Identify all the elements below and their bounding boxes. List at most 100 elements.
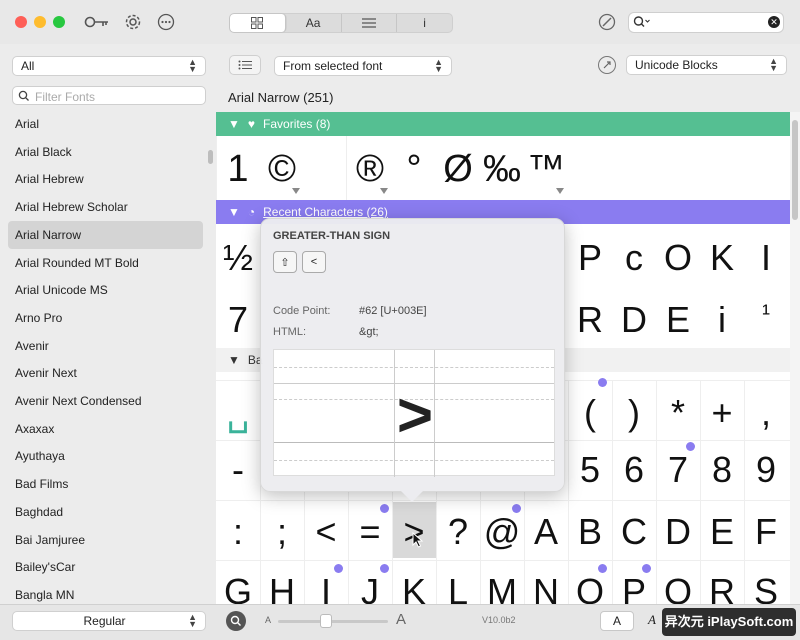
glyph-cell[interactable]: K — [392, 574, 436, 605]
glyph-cell[interactable]: O — [568, 574, 612, 605]
glyph-cell[interactable]: 5 — [568, 452, 612, 488]
zoom-window-button[interactable] — [53, 16, 65, 28]
glyph-cell[interactable]: P — [612, 574, 656, 605]
glyph-cell[interactable]: i — [700, 302, 744, 338]
glyph-cell[interactable]: S — [744, 574, 788, 605]
style-select[interactable]: Regular ▲ ▼ — [12, 611, 206, 631]
glyph-cell[interactable]: = — [348, 514, 392, 550]
glyph-cell[interactable]: + — [700, 395, 744, 431]
font-list-item[interactable]: Arno Pro — [8, 304, 203, 332]
collection-select[interactable]: All ▲ ▼ — [12, 56, 206, 76]
glyph-cell[interactable]: H — [260, 574, 304, 605]
glyph-cell[interactable]: F — [744, 514, 788, 550]
upright-mode-button[interactable]: A — [600, 611, 634, 631]
list-view-tab[interactable] — [342, 14, 398, 32]
glyph-cell[interactable]: : — [216, 514, 260, 550]
glyph-cell[interactable]: Q — [656, 574, 700, 605]
font-list-item[interactable]: Arial Hebrew Scholar — [8, 193, 203, 221]
glyph-cell[interactable]: ™ — [524, 150, 568, 188]
blocks-select[interactable]: Unicode Blocks ▲ ▼ — [626, 55, 787, 75]
glyph-cell[interactable]: ( — [568, 395, 612, 431]
variant-triangle-icon[interactable] — [556, 188, 564, 194]
clear-search-icon[interactable]: ✕ — [768, 16, 780, 28]
glyph-cell[interactable]: N — [524, 574, 568, 605]
glyph-cell[interactable]: L — [436, 574, 480, 605]
glyph-cell[interactable]: O — [656, 240, 700, 276]
glyph-cell[interactable]: < — [304, 514, 348, 550]
gear-icon[interactable] — [123, 12, 143, 32]
font-list-item[interactable]: Bai Jamjuree — [8, 526, 203, 554]
glyph-cell[interactable]: 1 — [216, 150, 260, 188]
glyph-cell[interactable]: R — [700, 574, 744, 605]
font-list-item[interactable]: Baghdad — [8, 498, 203, 526]
glyph-cell[interactable]: © — [260, 150, 304, 188]
font-list-item[interactable]: Bailey'sCar — [8, 553, 203, 581]
glyph-cell[interactable]: ; — [260, 514, 304, 550]
glyph-cell[interactable]: R — [568, 302, 612, 338]
sidebar-toggle-button[interactable] — [229, 55, 261, 75]
glyph-cell[interactable]: * — [656, 395, 700, 431]
grid-view-tab[interactable] — [230, 14, 286, 32]
glyph-cell[interactable]: ‰ — [480, 150, 524, 188]
glyph-cell[interactable]: K — [700, 240, 744, 276]
size-slider-track[interactable] — [278, 620, 388, 623]
font-list-item[interactable]: Avenir Next Condensed — [8, 387, 203, 415]
glyph-cell[interactable]: ° — [392, 150, 436, 188]
glyph-cell[interactable]: ½ — [216, 240, 260, 276]
glyph-cell[interactable]: B — [568, 514, 612, 550]
glyph-cell[interactable]: - — [216, 452, 260, 488]
glyph-cell[interactable]: M — [480, 574, 524, 605]
glyph-cell[interactable]: Ø — [436, 150, 480, 188]
glyph-cell[interactable]: ) — [612, 395, 656, 431]
glyph-cell[interactable]: E — [656, 302, 700, 338]
font-list-item[interactable]: Ayuthaya — [8, 442, 203, 470]
glyph-cell[interactable]: , — [744, 395, 788, 431]
font-list-item[interactable]: Arial Narrow — [8, 220, 203, 249]
font-list-item[interactable]: Bad Films — [8, 470, 203, 498]
grid-scrollbar[interactable] — [790, 112, 800, 604]
glyph-cell[interactable]: P — [568, 240, 612, 276]
font-list-item[interactable]: Avenir — [8, 332, 203, 360]
glyph-cell[interactable]: ® — [348, 150, 392, 188]
glyph-cell[interactable]: D — [612, 302, 656, 338]
minimize-window-button[interactable] — [34, 16, 46, 28]
glyph-cell[interactable]: 8 — [700, 452, 744, 488]
glyph-cell[interactable]: A — [524, 514, 568, 550]
italic-mode-button[interactable]: A — [642, 611, 662, 631]
glyph-cell[interactable]: 7 — [216, 302, 260, 338]
size-slider-thumb[interactable] — [320, 614, 332, 628]
glyph-cell[interactable]: 9 — [744, 452, 788, 488]
glyph-cell[interactable]: I — [744, 240, 788, 276]
compass-icon[interactable] — [597, 12, 617, 32]
sample-text-tab[interactable]: Aa — [286, 14, 342, 32]
shift-icon[interactable]: ⇧ — [273, 251, 297, 273]
glyph-cell[interactable]: C — [612, 514, 656, 550]
source-select[interactable]: From selected font ▲ ▼ — [274, 56, 452, 76]
variant-triangle-icon[interactable] — [380, 188, 388, 194]
more-icon[interactable] — [156, 12, 176, 32]
favorites-section-header[interactable]: ▼ ♥ Favorites (8) — [216, 112, 790, 136]
font-list-item[interactable]: Avenir Next — [8, 359, 203, 387]
font-list-item[interactable]: Arial Hebrew — [8, 165, 203, 193]
character-search-field[interactable]: ✕ — [628, 12, 784, 33]
font-list-item[interactable]: Arial — [8, 110, 203, 138]
close-window-button[interactable] — [15, 16, 27, 28]
glyph-cell[interactable]: E — [700, 514, 744, 550]
link-icon[interactable] — [598, 56, 616, 74]
font-list-item[interactable]: Arial Unicode MS — [8, 276, 203, 304]
zoom-icon[interactable] — [226, 611, 246, 631]
glyph-cell[interactable]: I — [304, 574, 348, 605]
info-tab[interactable]: i — [397, 14, 452, 32]
sidebar-scrollbar[interactable] — [208, 150, 213, 164]
glyph-cell[interactable]: c — [612, 240, 656, 276]
key-icon[interactable] — [83, 12, 111, 32]
font-list-item[interactable]: Arial Black — [8, 138, 203, 166]
glyph-cell[interactable]: 6 — [612, 452, 656, 488]
previous-glyph-button[interactable]: < — [302, 251, 326, 273]
glyph-cell[interactable]: G — [216, 574, 260, 605]
glyph-cell[interactable]: ␣ — [216, 395, 260, 431]
glyph-cell[interactable]: D — [656, 514, 700, 550]
variant-triangle-icon[interactable] — [292, 188, 300, 194]
font-list-item[interactable]: Axaxax — [8, 415, 203, 443]
glyph-cell[interactable]: J — [348, 574, 392, 605]
